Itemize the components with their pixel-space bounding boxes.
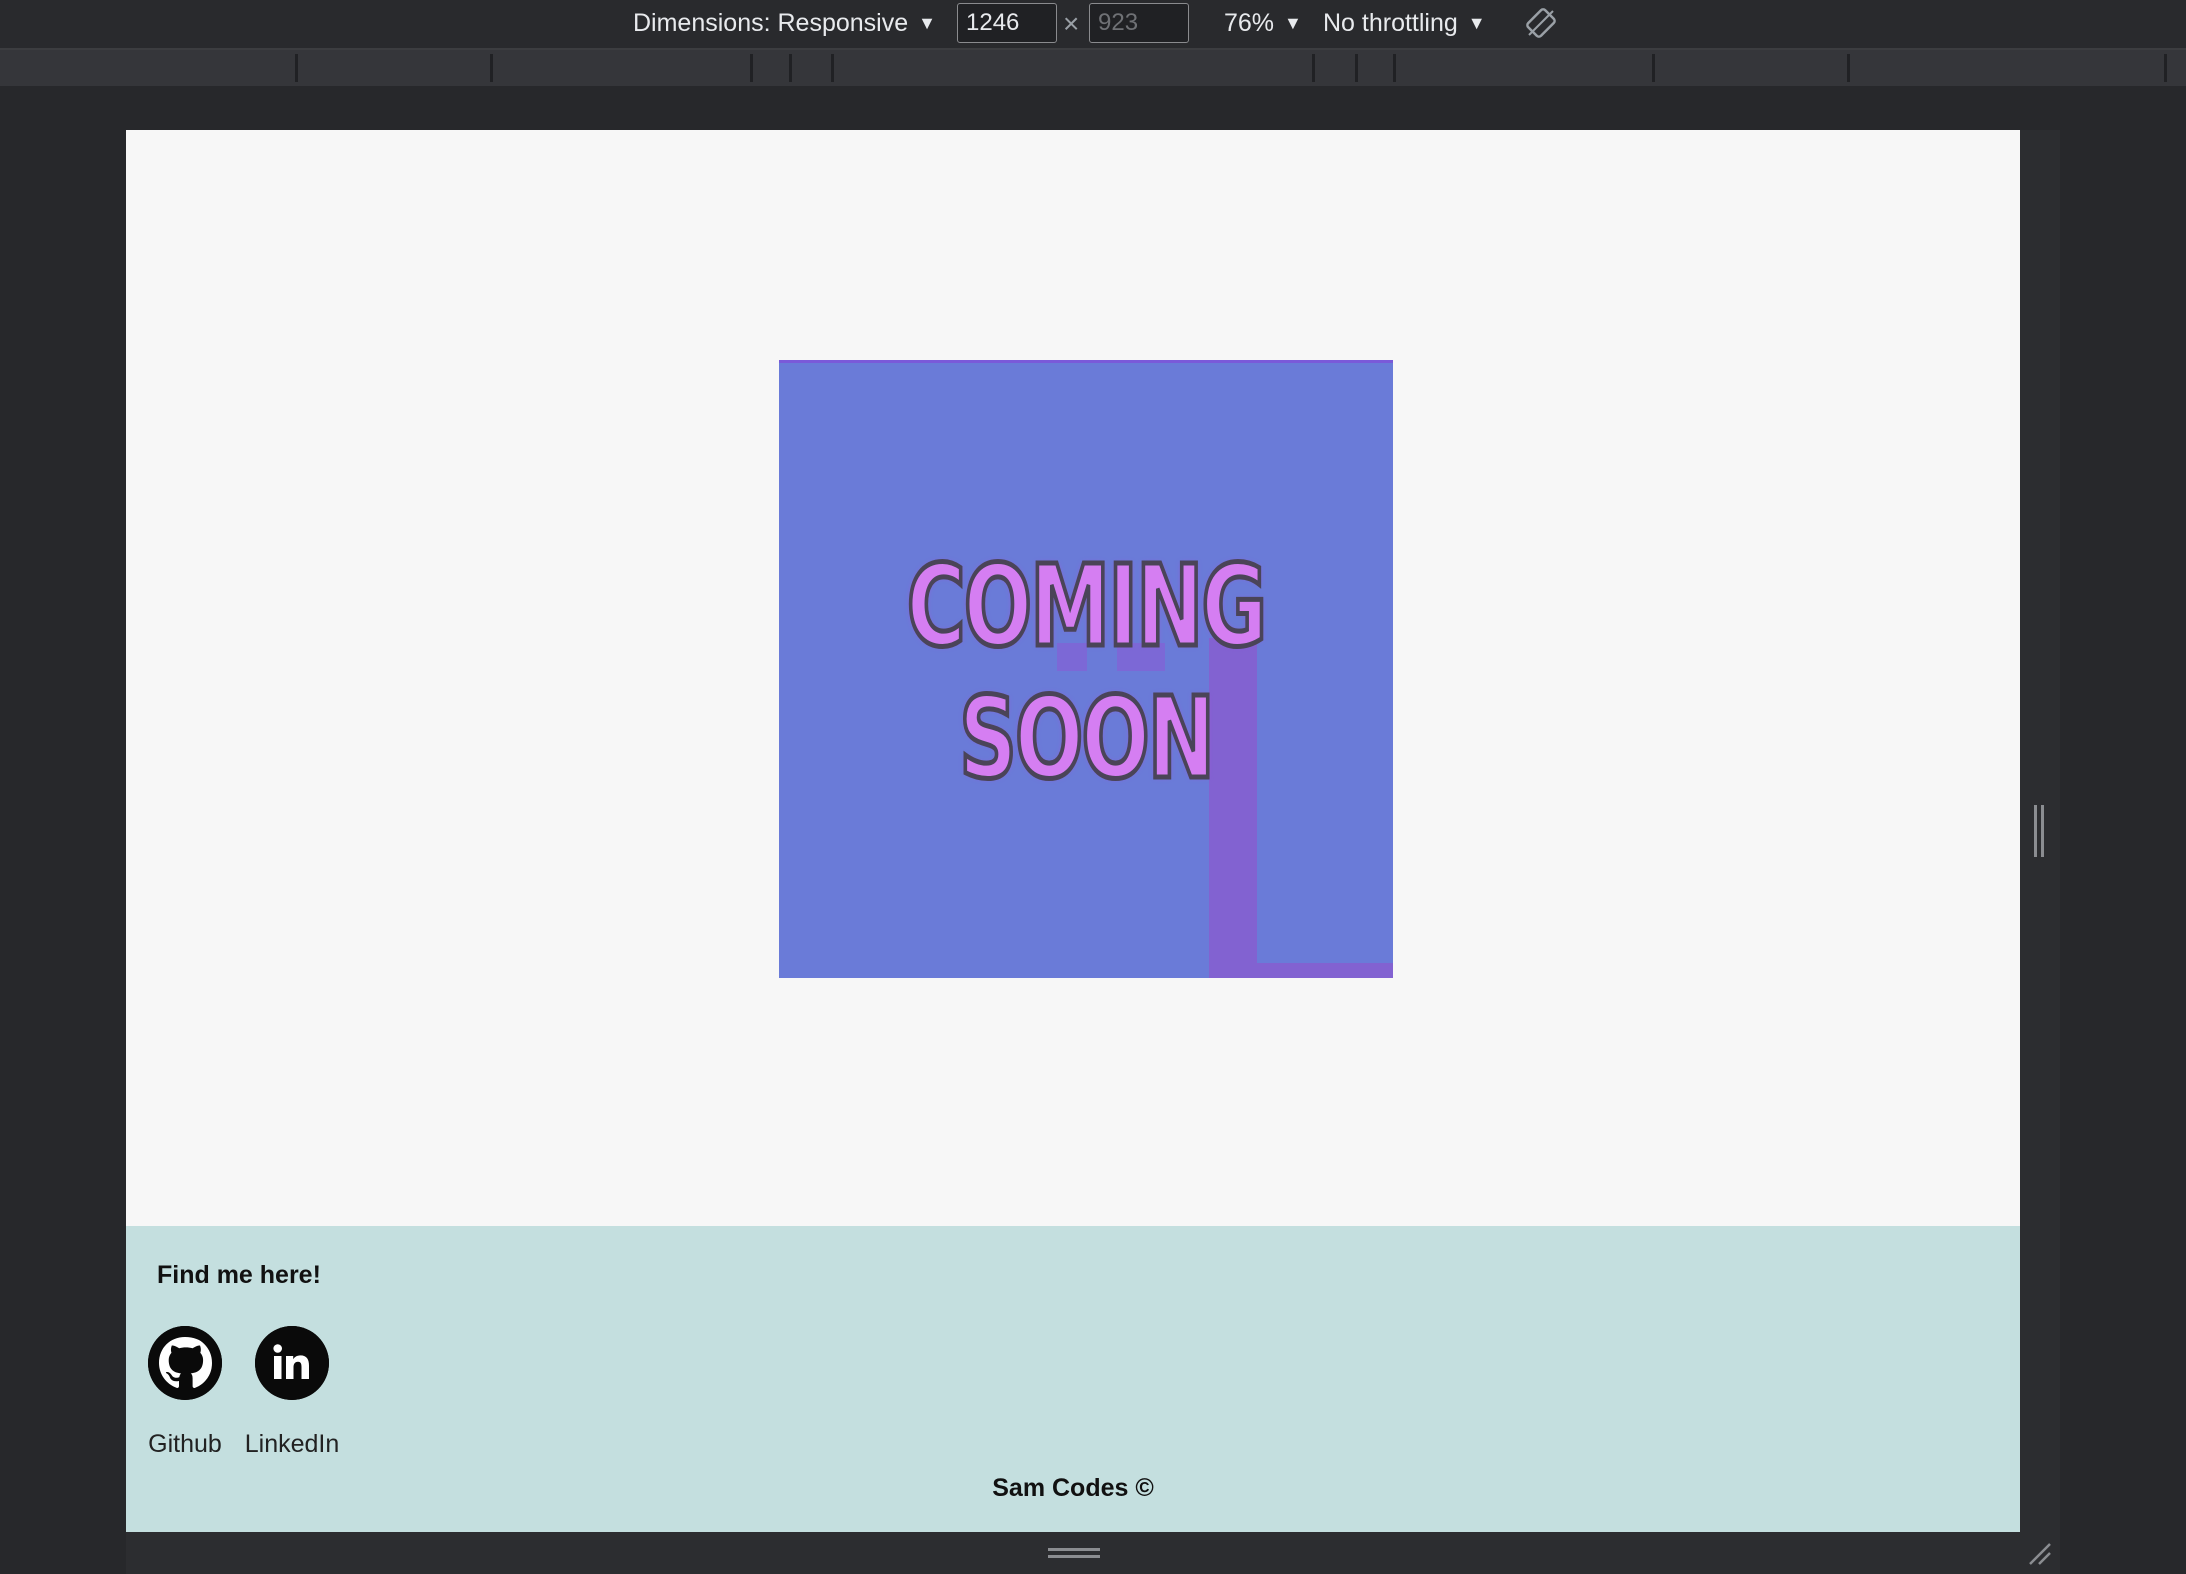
throttling-label: No throttling [1323, 9, 1458, 37]
media-query-divider [1355, 54, 1358, 82]
media-query-divider [1393, 54, 1396, 82]
bottom-resize-handle[interactable] [1048, 1548, 1100, 1560]
coming-soon-text: COMING SOON [865, 540, 1307, 807]
media-query-divider [295, 54, 298, 82]
dimensions-label: Dimensions: Responsive [633, 9, 909, 37]
rotate-icon[interactable] [1525, 7, 1557, 39]
height-input[interactable]: 923 [1089, 3, 1189, 43]
width-input[interactable]: 1246 [957, 3, 1057, 43]
github-icon[interactable] [148, 1326, 222, 1400]
linkedin-icon[interactable] [255, 1326, 329, 1400]
footer: Find me here! Github LinkedIn Sam Codes … [126, 1226, 2020, 1532]
media-query-bar[interactable] [0, 50, 2186, 86]
soon-text: SOON [957, 672, 1217, 807]
media-query-divider [750, 54, 753, 82]
coming-soon-image: COMING SOON [779, 360, 1393, 978]
media-query-divider [831, 54, 834, 82]
chevron-down-icon: ▼ [1284, 13, 1302, 33]
footer-heading: Find me here! [157, 1261, 321, 1289]
corner-resize-icon[interactable] [2026, 1540, 2052, 1566]
media-query-divider [789, 54, 792, 82]
media-query-divider [490, 54, 493, 82]
right-resize-handle[interactable] [2034, 805, 2046, 857]
times-icon: × [1063, 8, 1080, 39]
dimensions-dropdown[interactable]: Dimensions: Responsive ▼ [633, 0, 936, 48]
linkedin-link[interactable]: LinkedIn [232, 1326, 352, 1459]
copyright-text: Sam Codes © [992, 1474, 1154, 1502]
media-query-divider [1312, 54, 1315, 82]
media-query-divider [1847, 54, 1850, 82]
device-toolbar: Dimensions: Responsive ▼ 1246 × 923 76% ▼ … [0, 0, 2186, 50]
coming-text: COMING [905, 540, 1269, 675]
chevron-down-icon: ▼ [1467, 13, 1486, 33]
sign-foot [1209, 963, 1393, 978]
github-link[interactable]: Github [126, 1326, 245, 1459]
zoom-dropdown[interactable]: 76% ▼ [1224, 0, 1302, 48]
media-query-divider [2164, 54, 2167, 82]
throttling-dropdown[interactable]: No throttling ▼ [1323, 0, 1486, 48]
github-label[interactable]: Github [126, 1430, 245, 1459]
media-query-divider [1652, 54, 1655, 82]
chevron-down-icon: ▼ [918, 13, 936, 33]
zoom-label: 76% [1224, 9, 1275, 37]
linkedin-label[interactable]: LinkedIn [232, 1430, 352, 1459]
page-viewport: COMING SOON Find me here! Github LinkedI… [126, 130, 2020, 1532]
